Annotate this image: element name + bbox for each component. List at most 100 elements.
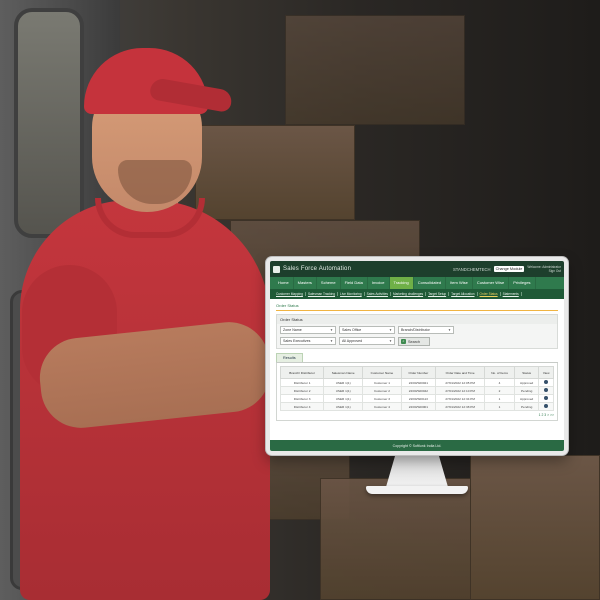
chevron-down-icon: ▼ — [389, 328, 392, 332]
chevron-down-icon: ▼ — [330, 328, 333, 332]
nav-home[interactable]: Home — [274, 277, 294, 289]
executive-select[interactable]: Sales Executives ▼ — [280, 337, 336, 345]
cell: Approved — [513, 378, 540, 387]
sales-office-value: Sales Office — [342, 328, 362, 332]
cell: 22/00/S00113 — [400, 394, 437, 403]
col-branch: Branch/ Distributor — [279, 366, 325, 379]
view-icon[interactable] — [544, 404, 549, 408]
branch-value: Branch/Distributor — [401, 328, 430, 332]
view-cell — [538, 394, 554, 403]
subnav-sales-activities[interactable]: Sales Activities — [365, 292, 391, 296]
cell: Distributor 1 — [279, 378, 325, 387]
sub-nav: Customer Mapping Salesman Tracking Live … — [270, 289, 564, 299]
header-links: Welcome: Administrator Sign Out — [527, 265, 561, 273]
cell: Approved — [513, 394, 540, 403]
cell: USER 1(1) — [323, 386, 364, 395]
nav-item-wise[interactable]: Item Wise — [446, 277, 473, 289]
col-order-date: Order Date and Time — [435, 366, 486, 379]
user-info: STANDCHEMTECH — [452, 266, 491, 272]
nav-scheme[interactable]: Scheme — [317, 277, 341, 289]
subnav-order-status[interactable]: Order Status — [478, 292, 501, 296]
col-order-number: Order Number — [400, 366, 437, 379]
cell: Distributor 4 — [279, 402, 325, 411]
table-row: Distributor 3 USER 1(1) Customer 3 22/00… — [279, 394, 554, 403]
view-icon[interactable] — [544, 380, 549, 384]
view-icon[interactable] — [544, 396, 549, 400]
app-screen: Sales Force Automation STANDCHEMTECH Cha… — [270, 261, 564, 451]
branch-select[interactable]: Branch/Distributor ▼ — [398, 326, 454, 334]
breadcrumb: Order Status — [276, 303, 558, 311]
main-content: Order Status Order Status Zone Name ▼ Sa… — [270, 299, 564, 443]
tab-results[interactable]: Results — [276, 353, 303, 362]
cell: 27/01/2022 12:10 PM — [435, 386, 486, 395]
app-footer: Copyright © Softlunk India Ltd. — [270, 440, 564, 451]
executive-value: Sales Executives — [283, 339, 311, 343]
cell: Distributor 3 — [279, 394, 325, 403]
app-header: Sales Force Automation STANDCHEMTECH Cha… — [270, 261, 564, 277]
view-icon[interactable] — [544, 388, 549, 392]
app-logo-icon — [273, 265, 280, 273]
nav-consolidated[interactable]: Consolidated — [414, 277, 447, 289]
cell: 22/00/S00021 — [400, 378, 437, 387]
nav-tracking[interactable]: Tracking — [389, 277, 414, 289]
cell: Pending — [513, 402, 540, 411]
table-row: Distributor 1 USER 1(1) Customer 1 22/00… — [279, 378, 554, 387]
cell: Customer 4 — [362, 402, 402, 411]
chevron-down-icon: ▼ — [330, 339, 333, 343]
nav-customer-wise[interactable]: Customer Wise — [473, 277, 510, 289]
filter-grid: Zone Name ▼ Sales Office ▼ Branch/Distri… — [277, 324, 557, 348]
nav-invoice[interactable]: Invoice — [368, 277, 390, 289]
app-title: Sales Force Automation — [283, 266, 352, 272]
cell: USER 1(1) — [323, 378, 364, 387]
subnav-statements[interactable]: Statements — [501, 292, 522, 296]
header-right: STANDCHEMTECH Change Module Welcome: Adm… — [453, 265, 561, 273]
table-row: Distributor 4 USER 1(1) Customer 4 22/00… — [279, 402, 554, 411]
table-header-row: Branch/ Distributor Salesman Name Custom… — [279, 366, 554, 379]
search-label: Search — [408, 339, 421, 344]
cell: USER 1(1) — [323, 394, 364, 403]
subnav-salesman-tracking[interactable]: Salesman Tracking — [306, 292, 339, 296]
monitor-base — [366, 486, 468, 494]
monitor-stand — [386, 455, 448, 487]
nav-masters[interactable]: Masters — [294, 277, 317, 289]
subnav-live-monitoring[interactable]: Live Monitoring — [338, 292, 365, 296]
zone-select-value: Zone Name — [283, 328, 302, 332]
subnav-target-setup[interactable]: Target Setup — [426, 292, 450, 296]
results-table: Branch/ Distributor Salesman Name Custom… — [279, 366, 554, 411]
results-tabs: Results — [276, 353, 558, 363]
chevron-down-icon: ▼ — [448, 328, 451, 332]
subnav-marketing-challenges[interactable]: Marketing challenges — [391, 292, 427, 296]
col-view: View — [538, 366, 554, 379]
zone-select[interactable]: Zone Name ▼ — [280, 326, 336, 334]
nav-field-data[interactable]: Field Data — [341, 277, 368, 289]
cell: 2 — [484, 386, 515, 395]
pagination[interactable]: 1 2 3 > >> — [280, 413, 554, 417]
sales-office-select[interactable]: Sales Office ▼ — [339, 326, 395, 334]
search-icon: ⌕ — [401, 339, 406, 344]
nav-privileges[interactable]: Privileges — [509, 277, 536, 289]
panel-title: Order Status — [277, 315, 557, 324]
cell: Customer 1 — [362, 378, 402, 387]
monitor: Sales Force Automation STANDCHEMTECH Cha… — [266, 257, 568, 455]
subnav-target-allocation[interactable]: Target Allocation — [449, 292, 478, 296]
status-select[interactable]: All Approved ▼ — [339, 337, 395, 345]
cell: USER 1(1) — [323, 402, 364, 411]
chevron-down-icon: ▼ — [389, 339, 392, 343]
view-cell — [538, 386, 554, 395]
change-module-button[interactable]: Change Module — [493, 266, 525, 272]
subnav-customer-mapping[interactable]: Customer Mapping — [274, 292, 306, 296]
cell: 22/00/S00001 — [400, 402, 437, 411]
col-items: No. of Items — [484, 366, 515, 379]
search-button[interactable]: ⌕ Search — [398, 337, 430, 346]
cell: 27/01/2022 12:05 PM — [435, 378, 486, 387]
sign-out-link[interactable]: Sign Out — [527, 269, 561, 273]
view-cell — [538, 402, 554, 411]
status-value: All Approved — [342, 339, 363, 343]
cell: Customer 2 — [362, 386, 402, 395]
cell: Pending — [513, 386, 540, 395]
cell: 27/01/2022 12:34 PM — [435, 394, 486, 403]
cell: 27/01/2022 12:38 PM — [435, 402, 486, 411]
cell: 22/00/S00042 — [400, 386, 437, 395]
table-row: Distributor 2 USER 1(1) Customer 2 22/00… — [279, 386, 554, 395]
cell: 1 — [484, 402, 515, 411]
